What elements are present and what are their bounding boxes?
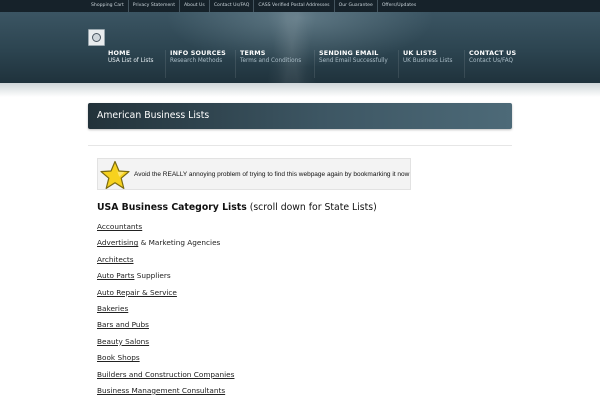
header-shadow: [0, 83, 600, 97]
category-link[interactable]: Book Shops: [97, 353, 140, 362]
nav-subtitle: Research Methods: [170, 58, 223, 64]
bookmark-prompt[interactable]: Avoid the REALLY annoying problem of try…: [97, 158, 411, 190]
nav-divider: [464, 50, 465, 78]
list-item: Beauty Salons: [97, 337, 234, 353]
nav-item-sending-email[interactable]: SENDING EMAIL Send Email Successfully: [314, 49, 388, 78]
category-link[interactable]: Business Management Consultants: [97, 386, 225, 395]
nav-title: TERMS: [240, 49, 266, 57]
category-link[interactable]: Bakeries: [97, 304, 128, 313]
list-item: Bars and Pubs: [97, 320, 234, 336]
nav-subtitle: Contact Us/FAQ: [469, 58, 513, 64]
nav-title: HOME: [108, 49, 131, 57]
nav-title: INFO SOURCES: [170, 49, 226, 57]
nav-title: SENDING EMAIL: [319, 49, 379, 57]
category-link[interactable]: Accountants: [97, 222, 142, 231]
list-item: Auto Repair & Service: [97, 288, 234, 304]
site-logo[interactable]: [88, 29, 105, 46]
utility-link-shopping-cart[interactable]: Shopping Cart: [88, 0, 128, 12]
category-link[interactable]: Bars and Pubs: [97, 320, 149, 329]
list-item: Builders and Construction Companies: [97, 370, 234, 386]
nav-subtitle: UK Business Lists: [403, 58, 453, 64]
nav-divider: [235, 50, 236, 78]
nav-divider: [314, 50, 315, 78]
nav-item-home[interactable]: HOME USA List of Lists: [108, 49, 154, 66]
nav-subtitle: Terms and Conditions: [240, 58, 302, 64]
list-item: Auto Parts Suppliers: [97, 271, 234, 287]
category-link[interactable]: Builders and Construction Companies: [97, 370, 234, 379]
header-light-rays: [170, 12, 430, 83]
category-link[interactable]: Beauty Salons: [97, 337, 149, 346]
category-suffix: & Marketing Agencies: [138, 238, 221, 248]
category-link[interactable]: Advertising: [97, 238, 138, 247]
utility-link-cass[interactable]: CASS Verified Postal Addresses: [253, 0, 333, 12]
nav-title: CONTACT US: [469, 49, 517, 57]
utility-link-contact[interactable]: Contact Us/FAQ: [208, 0, 254, 12]
category-link[interactable]: Architects: [97, 255, 134, 264]
nav-subtitle: USA List of Lists: [108, 58, 154, 64]
nav-item-terms[interactable]: TERMS Terms and Conditions: [235, 49, 302, 78]
logo-seal-icon: [92, 33, 101, 42]
nav-title: UK LISTS: [403, 49, 437, 57]
section-heading: USA Business Category Lists (scroll down…: [97, 202, 377, 213]
category-link[interactable]: Auto Repair & Service: [97, 288, 177, 297]
category-link[interactable]: Auto Parts: [97, 271, 134, 280]
page-title-banner: American Business Lists: [88, 103, 512, 129]
section-heading-bold: USA Business Category Lists: [97, 202, 247, 213]
nav-subtitle: Send Email Successfully: [319, 58, 388, 64]
star-icon: [100, 160, 130, 189]
list-item: Architects: [97, 255, 234, 271]
nav-divider: [398, 50, 399, 78]
category-suffix: Suppliers: [134, 271, 171, 281]
divider: [88, 145, 512, 146]
utility-link-privacy[interactable]: Privacy Statement: [127, 0, 179, 12]
utility-link-about[interactable]: About Us: [179, 0, 209, 12]
nav-item-uk-lists[interactable]: UK LISTS UK Business Lists: [398, 49, 453, 78]
page-title: American Business Lists: [97, 110, 210, 121]
utility-link-guarantee[interactable]: Our Guarantee: [333, 0, 377, 12]
list-item: Book Shops: [97, 353, 234, 369]
utility-links: Shopping Cart Privacy Statement About Us…: [0, 0, 600, 12]
list-item: Bakeries: [97, 304, 234, 320]
site-header: HOME USA List of Lists INFO SOURCES Rese…: [0, 12, 600, 83]
utility-link-offers[interactable]: Offers/Updates: [376, 0, 420, 12]
nav-item-info-sources[interactable]: INFO SOURCES Research Methods: [165, 49, 226, 78]
section-heading-note: (scroll down for State Lists): [246, 202, 377, 213]
list-item: Advertising & Marketing Agencies: [97, 238, 234, 254]
nav-item-contact-us[interactable]: CONTACT US Contact Us/FAQ: [464, 49, 517, 78]
list-item: Accountants: [97, 222, 234, 238]
bookmark-message: Avoid the REALLY annoying problem of try…: [134, 171, 410, 178]
nav-divider: [165, 50, 166, 78]
category-list: Accountants Advertising & Marketing Agen…: [97, 222, 234, 402]
